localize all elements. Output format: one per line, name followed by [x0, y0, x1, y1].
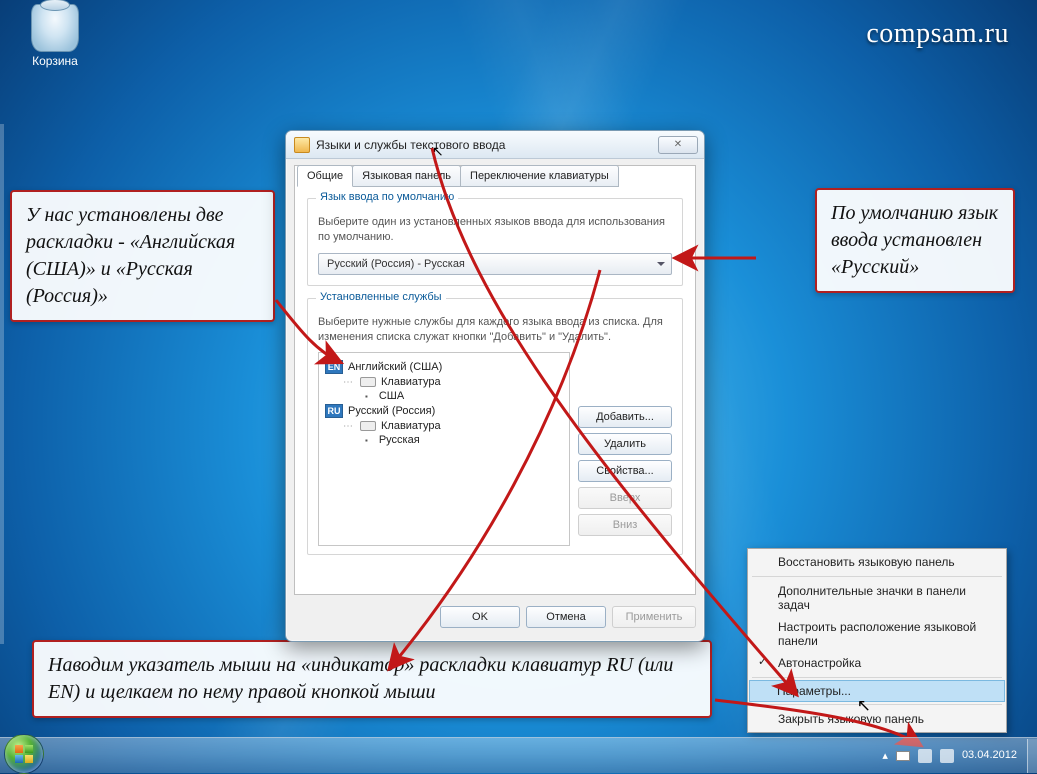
down-button: Вниз [578, 514, 672, 536]
group-default-lang: Язык ввода по умолчанию Выберите один из… [307, 198, 683, 286]
group-default-lang-hint: Выберите один из установленных языков вв… [318, 215, 672, 245]
tray-date: 03.04.2012 [962, 749, 1017, 761]
recycle-bin[interactable]: Корзина [20, 4, 90, 68]
tree-ru[interactable]: RU Русский (Россия) [325, 403, 563, 419]
group-default-lang-legend: Язык ввода по умолчанию [316, 191, 458, 203]
keyboard-icon [360, 421, 376, 431]
dialog-app-icon [294, 137, 310, 153]
language-bar-context-menu: Восстановить языковую панель Дополнитель… [747, 548, 1007, 733]
action-center-icon[interactable] [896, 751, 910, 761]
tray-chevron-icon[interactable]: ▴ [882, 749, 888, 762]
ctx-separator [752, 704, 1002, 705]
tree-ru-layout[interactable]: Русская [325, 433, 563, 447]
dialog-body: Общие Языковая панель Переключение клави… [294, 165, 696, 595]
recycle-bin-icon [31, 4, 79, 52]
lang-ru-icon: RU [325, 404, 343, 418]
dialog-title: Языки и службы текстового ввода [316, 138, 505, 152]
ctx-separator [752, 576, 1002, 577]
tab-general[interactable]: Общие [297, 165, 353, 187]
tree-en-layout[interactable]: США [325, 389, 563, 403]
ctx-auto[interactable]: Автонастройка [750, 652, 1004, 674]
network-icon[interactable] [918, 749, 932, 763]
up-button: Вверх [578, 487, 672, 509]
group-services-hint: Выберите нужные службы для каждого языка… [318, 315, 672, 345]
taskbar[interactable]: ▴ 03.04.2012 [0, 737, 1037, 773]
ok-button[interactable]: OK [440, 606, 520, 628]
ctx-extra-icons[interactable]: Дополнительные значки в панели задач [750, 580, 1004, 616]
dialog-titlebar[interactable]: Языки и службы текстового ввода ✕ [286, 131, 704, 159]
tree-ru-label: Русский (Россия) [348, 405, 435, 417]
tray-clock[interactable]: 03.04.2012 [962, 749, 1021, 761]
annotation-left: У нас установлены две раскладки - «Англи… [10, 190, 275, 322]
tab-strip: Общие Языковая панель Переключение клави… [297, 165, 618, 187]
remove-button[interactable]: Удалить [578, 433, 672, 455]
services-buttons: Добавить... Удалить Свойства... Вверх Вн… [578, 352, 672, 546]
group-services: Установленные службы Выберите нужные слу… [307, 298, 683, 556]
tree-en[interactable]: EN Английский (США) [325, 359, 563, 375]
keyboard-icon [360, 377, 376, 387]
tree-en-label: Английский (США) [348, 361, 442, 373]
annotation-bottom: Наводим указатель мыши на «индикатор» ра… [32, 640, 712, 718]
recycle-bin-label: Корзина [20, 54, 90, 68]
cancel-button[interactable]: Отмена [526, 606, 606, 628]
ctx-settings[interactable]: Параметры... [749, 680, 1005, 702]
tree-en-layout-label: США [379, 390, 404, 402]
dialog-footer: OK Отмена Применить [294, 601, 696, 633]
add-button[interactable]: Добавить... [578, 406, 672, 428]
lang-en-icon: EN [325, 360, 343, 374]
apply-button: Применить [612, 606, 696, 628]
ctx-restore[interactable]: Восстановить языковую панель [750, 551, 1004, 573]
cursor-icon: ↖ [857, 696, 871, 716]
tab-switch[interactable]: Переключение клавиатуры [460, 165, 619, 187]
ctx-separator [752, 677, 1002, 678]
annotation-right: По умолчанию язык ввода установлен «Русс… [815, 188, 1015, 293]
tree-en-kbd[interactable]: ⋯ Клавиатура [325, 375, 563, 389]
close-button[interactable]: ✕ [658, 136, 698, 154]
start-button[interactable] [4, 734, 44, 774]
cursor-icon: ↖ [432, 143, 444, 160]
tree-kbd-label: Клавиатура [381, 376, 441, 388]
ctx-position[interactable]: Настроить расположение языковой панели [750, 616, 1004, 652]
volume-icon[interactable] [940, 749, 954, 763]
default-lang-combo[interactable]: Русский (Россия) - Русская [318, 253, 672, 275]
tree-ru-kbd[interactable]: ⋯ Клавиатура [325, 419, 563, 433]
tab-langbar[interactable]: Языковая панель [352, 165, 461, 187]
properties-button[interactable]: Свойства... [578, 460, 672, 482]
ctx-close[interactable]: Закрыть языковую панель [750, 708, 1004, 730]
system-tray[interactable]: ▴ 03.04.2012 [876, 749, 1027, 763]
tree-ru-layout-label: Русская [379, 434, 420, 446]
tab-content: Язык ввода по умолчанию Выберите один из… [295, 188, 695, 594]
group-services-legend: Установленные службы [316, 291, 446, 303]
tree-kbd-label2: Клавиатура [381, 420, 441, 432]
left-gutter [0, 124, 4, 644]
default-lang-value: Русский (Россия) - Русская [327, 258, 465, 270]
show-desktop-button[interactable] [1027, 739, 1037, 773]
dialog-languages: Языки и службы текстового ввода ✕ ↖ Общи… [285, 130, 705, 642]
watermark: compsam.ru [866, 18, 1009, 50]
services-tree[interactable]: EN Английский (США) ⋯ Клавиатура США [318, 352, 570, 546]
